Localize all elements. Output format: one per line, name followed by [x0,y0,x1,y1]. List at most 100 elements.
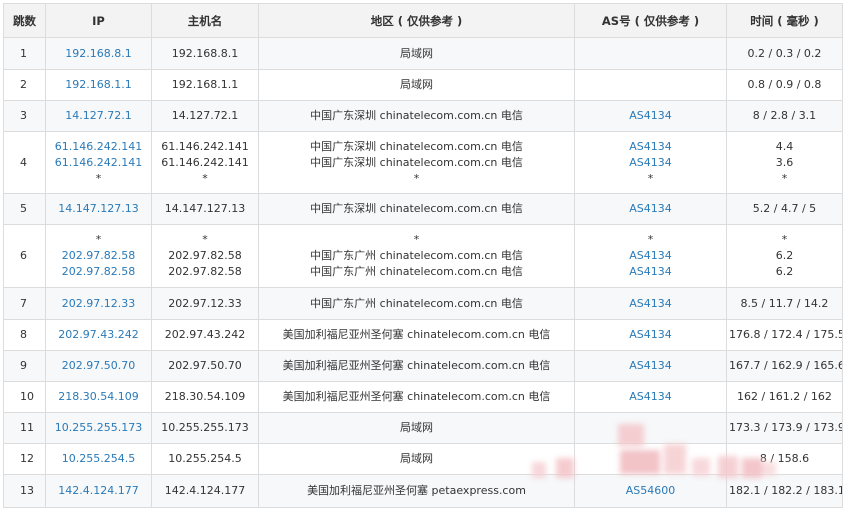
blurred-watermark [532,424,777,494]
hop-cell-value: 13 [20,484,34,497]
region-cell-value: 美国加利福尼亚州圣何塞 chinatelecom.com.cn 电信 [282,390,551,403]
hop-cell: 4 [3,131,46,194]
header-hop: 跳数 [3,3,46,38]
ip-cell-value[interactable]: 202.97.82.58 [48,264,149,280]
ip-cell: 10.255.254.5 [45,443,152,475]
time-cell-value: 5.2 / 4.7 / 5 [752,202,817,215]
ip-cell-value[interactable]: 14.127.72.1 [48,108,149,124]
ip-cell: 192.168.1.1 [45,69,152,101]
as-cell-value[interactable]: AS4134 [577,296,724,312]
region-cell-value: 局域网 [400,46,433,60]
as-cell-value[interactable]: AS4134 [577,327,724,343]
hostname-cell-value: 192.168.8.1 [171,46,239,60]
as-cell-value[interactable]: AS4134 [577,139,724,155]
table-row: 8 202.97.43.242 202.97.43.242 美国加利福尼亚州圣何塞 c… [3,319,843,351]
region-cell: 局域网 [258,443,575,475]
region-cell-value: 中国广东深圳 chinatelecom.com.cn 电信 [310,109,523,122]
hostname-cell-value: 202.97.50.70 [168,359,242,372]
as-cell-value[interactable]: AS4134 [577,248,724,264]
region-cell: 美国加利福尼亚州圣何塞 chinatelecom.com.cn 电信 [258,319,575,351]
time-cell-value: 8 / 2.8 / 3.1 [752,109,817,122]
ip-cell-value[interactable]: 61.146.242.141 [48,155,149,171]
as-cell: AS4134 [574,193,727,225]
region-cell-value: * [413,233,420,246]
hop-cell: 2 [3,69,46,101]
time-cell: 8.5 / 11.7 / 14.2 [726,287,843,320]
ip-cell-value[interactable]: 10.255.255.173 [48,420,149,436]
region-cell: 中国广东深圳 chinatelecom.com.cn 电信 中国广东深圳 chin… [258,131,575,194]
time-cell-value: 167.7 / 162.9 / 165.6 [729,359,843,372]
as-cell [574,69,727,101]
hostname-cell: 192.168.1.1 [151,69,259,101]
ip-cell-value[interactable]: 202.97.82.58 [48,248,149,264]
ip-cell-value[interactable]: 10.255.254.5 [48,451,149,467]
hop-cell-value: 2 [20,78,27,91]
region-cell-value: 中国广东深圳 chinatelecom.com.cn 电信 [310,155,523,169]
as-cell-value[interactable]: AS4134 [577,108,724,124]
region-cell: 美国加利福尼亚州圣何塞 chinatelecom.com.cn 电信 [258,381,575,413]
ip-cell: 14.127.72.1 [45,100,152,132]
region-cell-value: 中国广东深圳 chinatelecom.com.cn 电信 [310,202,523,215]
time-cell-value: 162 / 161.2 / 162 [737,390,832,403]
time-cell: 0.8 / 0.9 / 0.8 [726,69,843,101]
time-cell: 4.4 3.6 * [726,131,843,194]
as-cell-value: * [647,233,654,246]
time-cell-value: 0.2 / 0.3 / 0.2 [747,46,822,60]
hostname-cell-value: 202.97.82.58 [168,249,242,262]
ip-cell-value[interactable]: 202.97.43.242 [48,327,149,343]
hop-cell-value: 4 [20,155,27,169]
as-cell: AS4134 [574,319,727,351]
as-cell-value[interactable]: AS4134 [577,201,724,217]
hop-cell: 3 [3,100,46,132]
ip-cell: 61.146.242.141 61.146.242.141 * [45,131,152,194]
region-cell-value: 美国加利福尼亚州圣何塞 chinatelecom.com.cn 电信 [282,359,551,372]
hostname-cell: 10.255.254.5 [151,443,259,475]
ip-cell-value[interactable]: 218.30.54.109 [48,389,149,405]
hop-cell: 11 [3,412,46,444]
hostname-cell: 192.168.8.1 [151,37,259,70]
ip-cell-value[interactable]: 202.97.50.70 [48,358,149,374]
hop-cell: 9 [3,350,46,382]
region-cell: 美国加利福尼亚州圣何塞 petaexpress.com [258,474,575,508]
hop-cell: 13 [3,474,46,508]
hostname-cell-value: 61.146.242.141 [161,139,249,153]
ip-cell-value[interactable]: 142.4.124.177 [48,483,149,499]
hop-cell: 1 [3,37,46,70]
ip-cell: 142.4.124.177 [45,474,152,508]
as-cell [574,37,727,70]
region-cell: 中国广东深圳 chinatelecom.com.cn 电信 [258,193,575,225]
ip-cell-value[interactable]: 14.147.127.13 [48,201,149,217]
hop-cell: 5 [3,193,46,225]
as-cell: * AS4134 AS4134 [574,224,727,288]
ip-cell: 192.168.8.1 [45,37,152,70]
ip-cell-value[interactable]: 192.168.1.1 [48,77,149,93]
ip-cell-value[interactable]: 202.97.12.33 [48,296,149,312]
ip-cell: 202.97.50.70 [45,350,152,382]
as-cell-value[interactable]: AS4134 [577,264,724,280]
region-cell: 中国广东广州 chinatelecom.com.cn 电信 [258,287,575,320]
region-cell-value: 中国广东广州 chinatelecom.com.cn 电信 [310,265,523,278]
hostname-cell: 202.97.43.242 [151,319,259,351]
time-cell: 0.2 / 0.3 / 0.2 [726,37,843,70]
as-cell: AS4134 AS4134 * [574,131,727,194]
hostname-cell-value: 202.97.12.33 [168,296,242,310]
header-hostname: 主机名 [151,3,259,38]
ip-cell: 202.97.43.242 [45,319,152,351]
hop-cell-value: 3 [20,109,27,122]
as-cell-value[interactable]: AS4134 [577,358,724,374]
as-cell: AS4134 [574,100,727,132]
as-cell-value[interactable]: AS4134 [577,155,724,171]
hop-cell-value: 10 [20,390,34,403]
table-row: 5 14.147.127.13 14.147.127.13 中国广东深圳 chinat… [3,193,843,225]
hostname-cell: * 202.97.82.58 202.97.82.58 [151,224,259,288]
hostname-cell-value: * [202,233,208,246]
hostname-cell-value: 142.4.124.177 [164,484,246,497]
time-cell-value: 6.2 [775,249,794,262]
ip-cell-value[interactable]: 61.146.242.141 [48,139,149,155]
hostname-cell: 61.146.242.141 61.146.242.141 * [151,131,259,194]
as-cell-value[interactable]: AS4134 [577,389,724,405]
hop-cell-value: 1 [20,46,27,60]
ip-cell: 202.97.12.33 [45,287,152,320]
ip-cell-value[interactable]: 192.168.8.1 [48,46,149,62]
region-cell-value: 美国加利福尼亚州圣何塞 chinatelecom.com.cn 电信 [282,328,551,341]
